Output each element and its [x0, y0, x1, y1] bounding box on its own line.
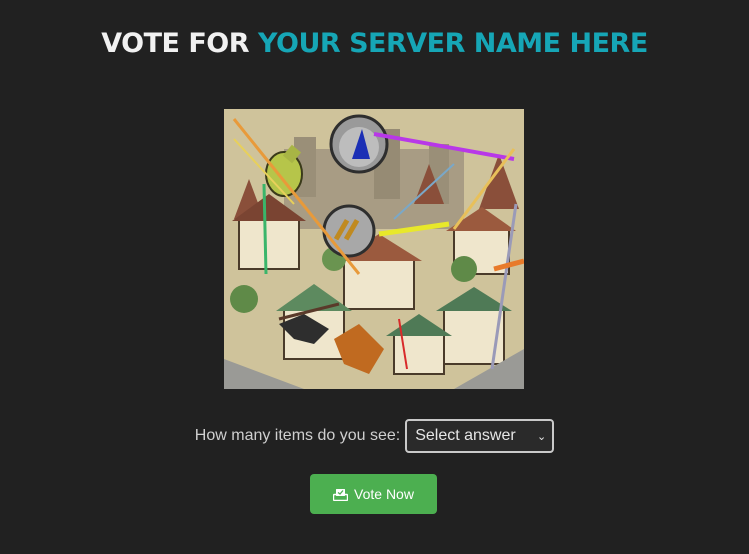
vote-now-button[interactable]: Vote Now — [310, 474, 437, 514]
vote-box-icon — [333, 488, 349, 501]
title-prefix: VOTE FOR — [101, 28, 258, 59]
captcha-image — [224, 109, 524, 389]
captcha-illustration — [224, 109, 524, 389]
chevron-down-icon: ⌄ — [536, 430, 547, 443]
vote-now-label: Vote Now — [354, 486, 414, 502]
page-title: VOTE FOR YOUR SERVER NAME HERE — [0, 28, 749, 59]
question-row: How many items do you see: Select answer… — [0, 419, 749, 453]
answer-select[interactable]: Select answer ⌄ — [405, 419, 555, 453]
vote-page: VOTE FOR YOUR SERVER NAME HERE How many … — [0, 0, 749, 554]
question-label: How many items do you see: — [194, 427, 401, 444]
answer-select-value: Select answer — [415, 427, 516, 444]
server-name: YOUR SERVER NAME HERE — [257, 28, 648, 59]
